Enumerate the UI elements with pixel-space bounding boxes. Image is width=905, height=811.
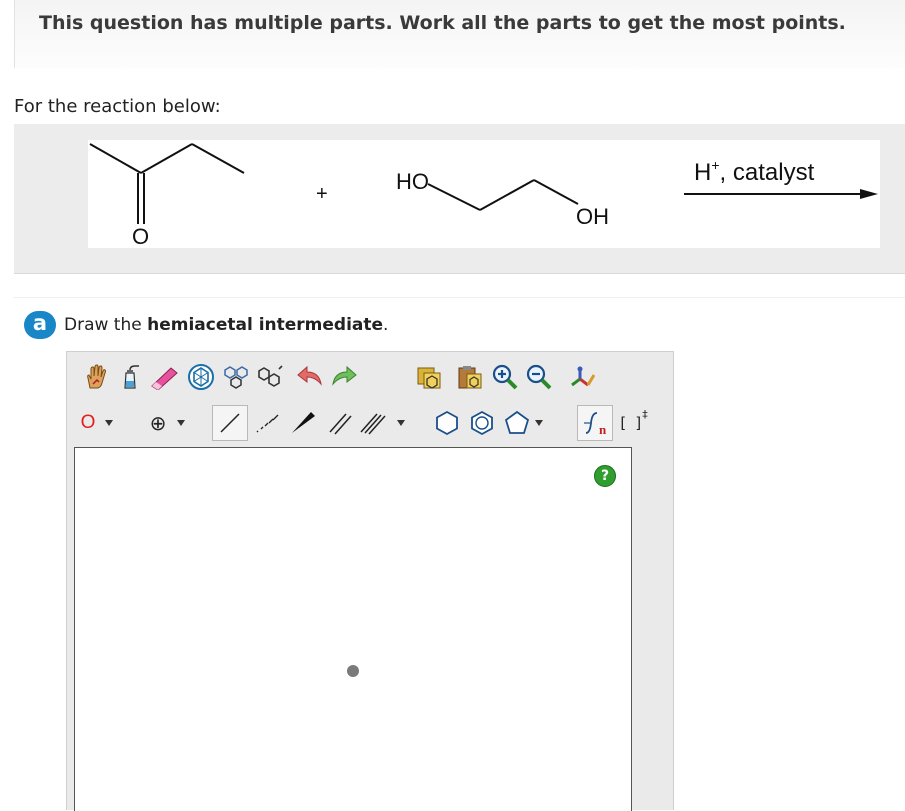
reaction-conditions: H+, catalyst <box>694 157 815 186</box>
banner-text: This question has multiple parts. Work a… <box>39 12 846 34</box>
triple-bond-button[interactable] <box>356 406 389 439</box>
clean-structure-icon <box>570 366 595 386</box>
diol-ho-label: HO <box>396 169 429 194</box>
wash-bottle-tool-button[interactable] <box>113 360 146 393</box>
undo-button[interactable] <box>293 360 326 393</box>
benzene-button[interactable] <box>465 406 498 439</box>
sgroup-icon: n <box>584 412 607 437</box>
reaction-scheme: O + HO OH H+, catalyst <box>88 140 880 248</box>
pentagon-icon <box>504 410 529 434</box>
sgroup-button[interactable]: n <box>577 405 613 441</box>
molecule-editor: O ⊕ n [] ‡ ? <box>66 351 674 811</box>
hexagon-icon <box>435 410 458 435</box>
zoom-out-icon <box>526 364 551 389</box>
paste-button[interactable] <box>453 360 486 393</box>
hashed-wedge-bond-button[interactable] <box>250 406 283 439</box>
conditions-plus: + <box>711 157 719 173</box>
part-a-badge: a <box>24 311 56 339</box>
benzene-icon <box>470 410 493 435</box>
sgroup-n-label: n <box>599 422 607 437</box>
diol-oh-label: OH <box>576 204 609 229</box>
single-bond-icon <box>220 413 240 433</box>
ring-dropdown-caret[interactable] <box>535 420 543 426</box>
brackets-button[interactable]: [ ] ‡ <box>615 406 651 439</box>
undo-arrow-icon <box>296 365 322 386</box>
atom-selector-button[interactable]: O <box>75 406 101 439</box>
brackets-label: [ ] <box>618 413 643 432</box>
zoom-in-icon <box>492 364 517 389</box>
clean-structure-button[interactable] <box>566 360 599 393</box>
fused-rings-icon <box>257 364 283 387</box>
butanone-structure <box>89 143 245 224</box>
triple-bond-icon <box>359 413 386 434</box>
wash-bottle-icon <box>123 364 139 389</box>
conditions-h: H <box>694 159 711 186</box>
ring-cluster-icon <box>223 365 248 389</box>
part-a-prompt: Draw the hemiacetal intermediate. <box>64 315 388 335</box>
question-intro: For the reaction below: <box>14 96 221 117</box>
cyclopentane-button[interactable] <box>500 406 533 439</box>
drawing-canvas[interactable]: ? <box>74 447 632 811</box>
eraser-tool-button[interactable] <box>147 360 180 393</box>
charge-dropdown-caret[interactable] <box>177 420 185 426</box>
chain-tool-button[interactable] <box>253 360 286 393</box>
solid-wedge-icon <box>291 411 315 433</box>
part-a-prompt-suffix: . <box>383 315 389 335</box>
help-button[interactable]: ? <box>594 465 616 487</box>
zoom-in-button[interactable] <box>488 360 521 393</box>
atom-selector-label: O <box>80 411 96 433</box>
part-a-prompt-prefix: Draw the <box>64 315 148 335</box>
double-bond-icon <box>328 413 352 434</box>
hand-icon <box>86 363 106 388</box>
rings-tool-button[interactable] <box>220 360 253 393</box>
ketone-oxygen-label: O <box>132 224 149 248</box>
single-bond-button[interactable] <box>212 405 248 441</box>
reaction-arrow <box>684 189 878 199</box>
reaction-panel: O + HO OH H+, catalyst <box>14 124 905 274</box>
templates-tool-button[interactable] <box>184 360 217 393</box>
redo-arrow-icon <box>331 365 357 386</box>
reaction-scheme-drawing: O + HO OH H+, catalyst <box>89 143 878 248</box>
plus-sign: + <box>316 183 328 205</box>
eraser-icon <box>150 366 178 390</box>
redo-button[interactable] <box>327 360 360 393</box>
double-bond-button[interactable] <box>324 406 357 439</box>
wedge-bond-button[interactable] <box>286 406 319 439</box>
brackets-sup: ‡ <box>642 408 648 421</box>
bond-dropdown-caret[interactable] <box>397 420 405 426</box>
part-a-prompt-bold: hemiacetal intermediate <box>147 315 384 335</box>
hand-tool-button[interactable] <box>79 360 112 393</box>
ethylene-glycol-structure <box>427 179 579 211</box>
atom-dropdown-caret[interactable] <box>105 420 113 426</box>
charge-button[interactable]: ⊕ <box>145 406 171 439</box>
copy-button[interactable] <box>412 360 445 393</box>
part-a-header: a Draw the hemiacetal intermediate. <box>24 310 388 340</box>
section-divider <box>14 297 905 298</box>
template-wheel-icon <box>187 363 214 390</box>
conditions-catalyst: , catalyst <box>720 159 815 186</box>
copy-icon <box>417 367 440 389</box>
hashed-wedge-icon <box>256 414 278 432</box>
multipart-banner: This question has multiple parts. Work a… <box>14 0 905 68</box>
charge-icon: ⊕ <box>149 410 167 435</box>
canvas-center-marker <box>347 665 359 677</box>
zoom-out-button[interactable] <box>522 360 555 393</box>
clipboard-icon <box>458 365 481 388</box>
cyclohexane-button[interactable] <box>430 406 463 439</box>
